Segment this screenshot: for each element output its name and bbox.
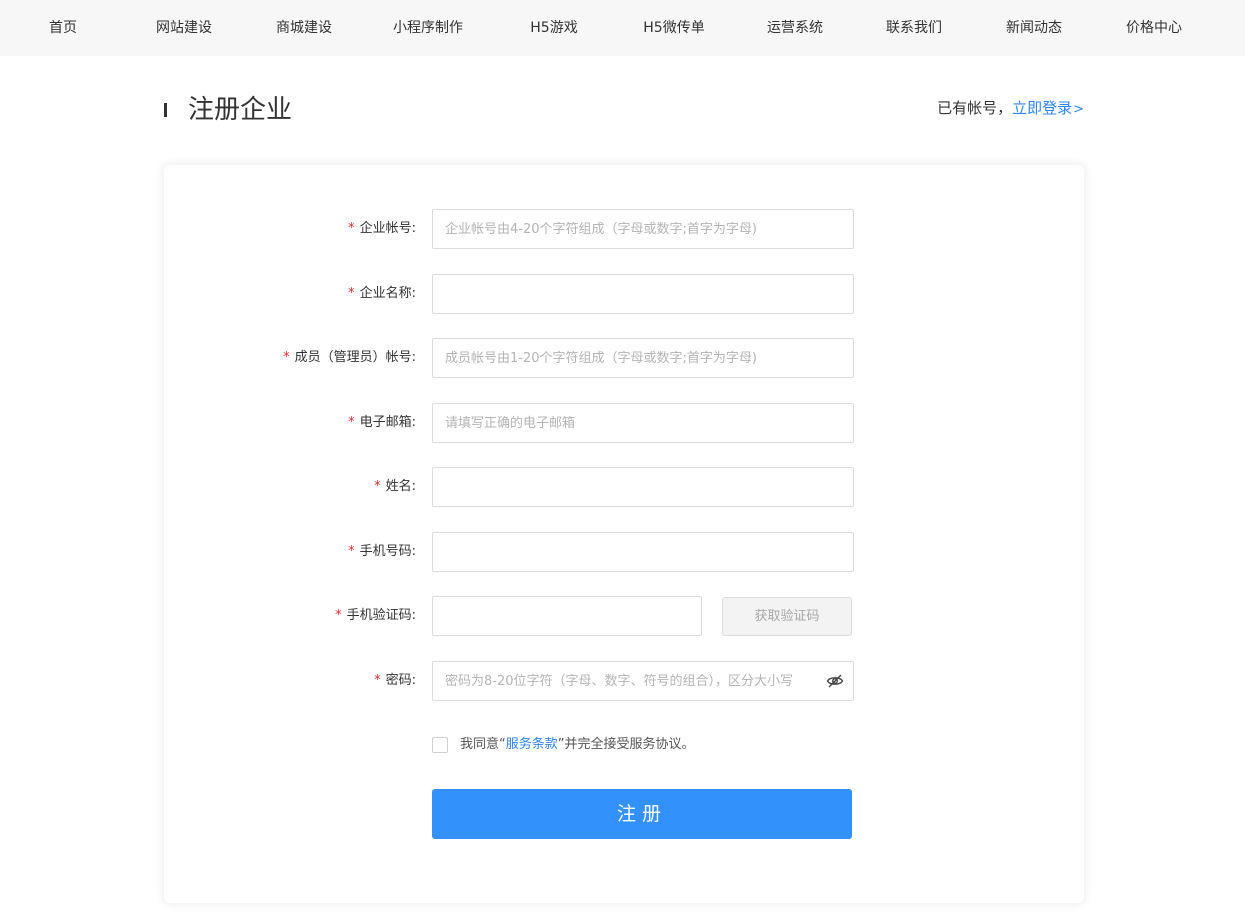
admin-account-input[interactable] — [432, 338, 854, 378]
field-label: * 企业名称: — [348, 274, 416, 314]
required-mark: * — [374, 673, 381, 688]
form-row-admin-account: * 成员（管理员）帐号: — [164, 338, 1084, 378]
field-label-text: 姓名: — [385, 479, 416, 494]
field-label-text: 成员（管理员）帐号: — [294, 350, 416, 365]
phone-input[interactable] — [432, 532, 854, 572]
nav-item-h5-game[interactable]: H5游戏 — [494, 0, 614, 56]
has-account-text: 已有帐号， — [937, 99, 1013, 117]
field-label-text: 企业名称: — [359, 286, 416, 301]
page-header: 注册企业 已有帐号，立即登录> — [164, 88, 1084, 132]
chevron-right-icon: > — [1073, 102, 1084, 117]
field-label: * 企业帐号: — [348, 209, 416, 249]
top-nav: 首页 网站建设 商城建设 小程序制作 H5游戏 H5微传单 运营系统 联系我们 … — [0, 0, 1245, 56]
field-label-text: 手机验证码: — [346, 608, 416, 623]
title-accent-bar — [164, 103, 167, 117]
page-title: 注册企业 — [188, 95, 293, 125]
form-row-company-account: * 企业帐号: — [164, 209, 1084, 249]
nav-item-pricing[interactable]: 价格中心 — [1094, 0, 1214, 56]
nav-item-h5-flyer[interactable]: H5微传单 — [614, 0, 734, 56]
register-button[interactable]: 注册 — [432, 789, 852, 839]
field-label-text: 企业帐号: — [359, 221, 416, 236]
field-label: * 密码: — [374, 661, 416, 701]
form-row-password: * 密码: — [164, 661, 1084, 701]
form-row-email: * 电子邮箱: — [164, 403, 1084, 443]
field-label-text: 密码: — [385, 673, 416, 688]
get-code-button[interactable]: 获取验证码 — [722, 597, 852, 636]
eye-off-icon[interactable] — [826, 672, 844, 690]
required-mark: * — [283, 350, 290, 365]
required-mark: * — [348, 221, 355, 236]
field-label-text: 电子邮箱: — [359, 415, 416, 430]
field-label: * 电子邮箱: — [348, 403, 416, 443]
sms-code-input[interactable] — [432, 596, 702, 636]
required-mark: * — [335, 608, 342, 623]
login-prompt: 已有帐号，立即登录> — [937, 88, 1084, 130]
register-form: * 企业帐号: * 企业名称: * 成员（管理员）帐号: * 电子邮箱: * 姓名: * 手… — [164, 165, 1084, 903]
name-input[interactable] — [432, 467, 854, 507]
agree-checkbox[interactable] — [432, 737, 448, 753]
required-mark: * — [374, 479, 381, 494]
password-input[interactable] — [432, 661, 854, 701]
email-input[interactable] — [432, 403, 854, 443]
agreement-prefix: 我同意“ — [460, 737, 506, 752]
nav-item-miniprogram[interactable]: 小程序制作 — [368, 0, 488, 56]
required-mark: * — [348, 544, 355, 559]
field-label: * 成员（管理员）帐号: — [283, 338, 416, 378]
form-row-company-name: * 企业名称: — [164, 274, 1084, 314]
terms-link[interactable]: 服务条款 — [506, 737, 558, 752]
nav-item-mall[interactable]: 商城建设 — [244, 0, 364, 56]
agreement-suffix: ”并完全接受服务协议。 — [557, 737, 695, 752]
nav-item-website[interactable]: 网站建设 — [124, 0, 244, 56]
agreement-text: 我同意“服务条款”并完全接受服务协议。 — [460, 736, 695, 754]
form-row-sms-code: * 手机验证码: 获取验证码 — [164, 596, 1084, 636]
login-link[interactable]: 立即登录 — [1012, 99, 1072, 117]
nav-item-news[interactable]: 新闻动态 — [974, 0, 1094, 56]
form-row-phone: * 手机号码: — [164, 532, 1084, 572]
field-label-text: 手机号码: — [359, 544, 416, 559]
company-name-input[interactable] — [432, 274, 854, 314]
form-row-name: * 姓名: — [164, 467, 1084, 507]
field-label: * 姓名: — [374, 467, 416, 507]
field-label: * 手机号码: — [348, 532, 416, 572]
nav-item-contact[interactable]: 联系我们 — [854, 0, 974, 56]
required-mark: * — [348, 415, 355, 430]
nav-item-operations[interactable]: 运营系统 — [735, 0, 855, 56]
company-account-input[interactable] — [432, 209, 854, 249]
required-mark: * — [348, 286, 355, 301]
nav-item-home[interactable]: 首页 — [3, 0, 123, 56]
field-label: * 手机验证码: — [335, 596, 416, 636]
